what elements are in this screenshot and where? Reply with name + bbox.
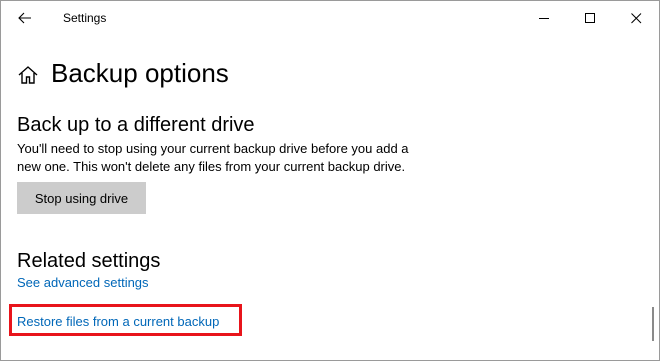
title-bar: Settings	[1, 1, 659, 35]
settings-window: Settings Backup options Back up to a dif…	[0, 0, 660, 361]
scrollbar[interactable]	[652, 307, 654, 341]
related-settings-title: Related settings	[17, 250, 161, 272]
maximize-button[interactable]	[567, 1, 613, 35]
section-title-backup-drive: Back up to a different drive	[17, 114, 255, 136]
restore-files-link[interactable]: Restore files from a current backup	[17, 314, 219, 329]
section-description: You'll need to stop using your current b…	[17, 140, 577, 176]
close-button[interactable]	[613, 1, 659, 35]
back-button[interactable]	[9, 4, 41, 32]
back-arrow-icon	[18, 12, 31, 24]
close-icon	[631, 13, 642, 24]
page-title: Backup options	[51, 58, 229, 88]
see-advanced-settings-link[interactable]: See advanced settings	[17, 275, 149, 290]
minimize-button[interactable]	[521, 1, 567, 35]
maximize-icon	[585, 13, 595, 23]
description-line: You'll need to stop using your current b…	[17, 141, 409, 156]
home-icon[interactable]	[17, 64, 39, 86]
stop-using-drive-button[interactable]: Stop using drive	[17, 182, 146, 214]
minimize-icon	[539, 18, 549, 19]
window-title: Settings	[63, 11, 107, 25]
description-line: new one. This won't delete any files fro…	[17, 159, 406, 174]
